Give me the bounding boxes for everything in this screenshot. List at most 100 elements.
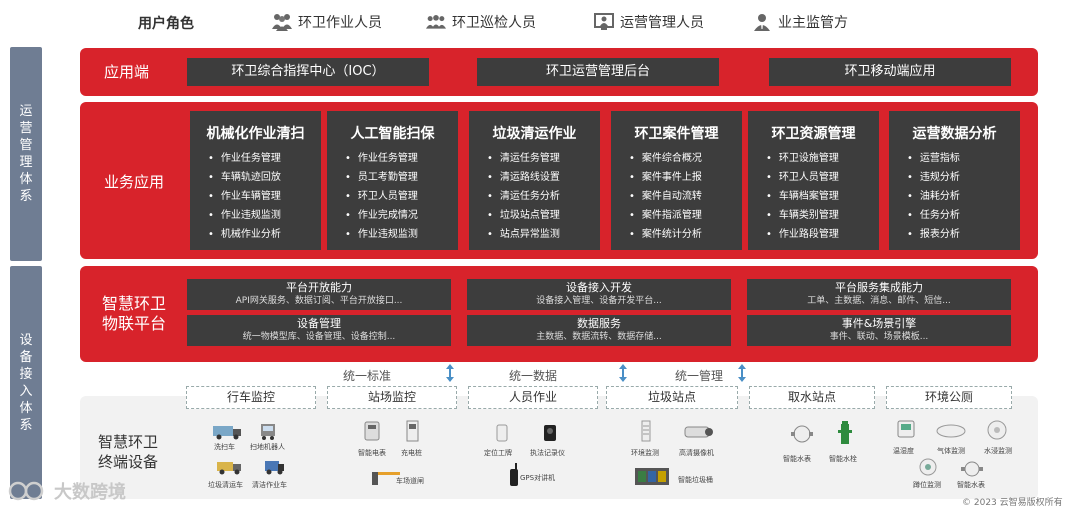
watermark-logo-icon — [8, 481, 44, 501]
device-label: 执法记录仪 — [530, 449, 565, 457]
business-item: 清运任务分析 — [487, 187, 600, 206]
water-leak-sensor-icon — [987, 420, 1007, 440]
device-label: 智能垃圾桶 — [678, 476, 713, 484]
business-item: 环卫人员管理 — [766, 168, 879, 187]
sidebar-operations-system: 运营管理体系 — [10, 47, 42, 261]
env-sensor-icon — [641, 420, 651, 442]
hydrant-icon — [838, 421, 852, 444]
category-vehicle-monitoring: 行车监控 — [186, 386, 316, 409]
business-item: 清运任务管理 — [487, 149, 600, 168]
iot-capability-box: 平台开放能力 API网关服务、数据订阅、平台开放接口... — [187, 279, 451, 310]
iot-capability-desc: 设备接入管理、设备开发平台... — [536, 296, 662, 306]
app-ioc: 环卫综合指挥中心（IOC） — [187, 58, 429, 86]
thermo-hygrometer-icon — [897, 420, 915, 438]
hd-camera-icon — [684, 426, 713, 438]
business-column-title: 垃圾清运作业 — [492, 126, 577, 142]
business-item: 报表分析 — [907, 225, 1020, 244]
iot-capability-desc: 主数据、数据流转、数据存储... — [536, 332, 662, 342]
iot-capability-desc: API网关服务、数据订阅、平台开放接口... — [235, 296, 403, 306]
app-layer: 应用端 环卫综合指挥中心（IOC） 环卫运营管理后台 环卫移动端应用 — [80, 48, 1038, 96]
device-label: 充电桩 — [401, 449, 422, 457]
monitor-user-icon — [594, 13, 614, 30]
business-layer-label: 业务应用 — [104, 173, 165, 191]
sidebar-device-access-system: 设备接入体系 — [10, 266, 42, 499]
business-item: 油耗分析 — [907, 187, 1020, 206]
device-label: 智能水表 — [783, 455, 811, 463]
category-environment-toilet: 环境公厕 — [886, 386, 1012, 409]
app-mobile: 环卫移动端应用 — [769, 58, 1011, 86]
device-label: 蹲位监测 — [913, 481, 941, 489]
business-item: 清运路线设置 — [487, 168, 600, 187]
iot-capability-box: 事件&场景引擎 事件、联动、场景模板... — [747, 315, 1011, 346]
iot-capability-box: 数据服务主数据、数据流转、数据存储... — [467, 315, 731, 346]
device-label: 智能电表 — [358, 449, 386, 457]
iot-capability-box: 设备管理 统一物模型库、设备管理、设备控制... — [187, 315, 451, 346]
role-operations-manager: 运营管理人员 — [594, 12, 704, 32]
business-column-title: 环卫案件管理 — [634, 126, 719, 142]
business-column-title: 人工智能扫保 — [350, 126, 435, 142]
connector-standard: 统一标准 — [343, 369, 392, 383]
role-owner-supervisor: 业主监管方 — [752, 12, 848, 32]
iot-capability-title: 平台开放能力 — [286, 281, 352, 294]
id-badge-icon — [496, 424, 508, 442]
business-item: 环卫人员管理 — [345, 187, 458, 206]
device-label: 定位工牌 — [484, 449, 512, 457]
device-label: 气体监测 — [937, 447, 965, 455]
watermark-logo: 大数跨境 — [8, 478, 126, 504]
device-label: 扫地机器人 — [250, 443, 285, 451]
iot-capability-box: 设备接入开发 设备接入管理、设备开发平台... — [467, 279, 731, 310]
business-item: 站点异常监测 — [487, 225, 600, 244]
business-item: 案件自动流转 — [629, 187, 742, 206]
terminal-label: 智慧环卫 终端设备 — [98, 433, 159, 471]
iot-capability-desc: 工单、主数据、消息、邮件、短信... — [807, 296, 951, 306]
role-inspector: 环卫巡检人员 — [426, 12, 536, 32]
business-item: 作业违规监测 — [345, 225, 458, 244]
business-item: 违规分析 — [907, 168, 1020, 187]
business-column: 环卫资源管理环卫设施管理环卫人员管理车辆档案管理车辆类别管理作业路段管理 — [748, 111, 879, 250]
business-column-title: 环卫资源管理 — [771, 126, 856, 142]
business-item: 车辆轨迹回放 — [208, 168, 321, 187]
category-personnel-work: 人员作业 — [468, 386, 598, 409]
robot-sweeper-icon — [261, 424, 275, 440]
smart-meter-icon — [364, 421, 380, 441]
garbage-truck-icon — [217, 462, 241, 475]
business-column: 运营数据分析运营指标违规分析油耗分析任务分析报表分析 — [889, 111, 1020, 250]
business-column: 人工智能扫保作业任务管理员工考勤管理环卫人员管理作业完成情况作业违规监测 — [327, 111, 458, 250]
iot-label: 智慧环卫 物联平台 — [102, 294, 167, 333]
category-station-monitoring: 站场监控 — [327, 386, 457, 409]
device-label: 环境监测 — [631, 449, 659, 457]
business-item: 案件综合概况 — [629, 149, 742, 168]
business-item: 作业车辆管理 — [208, 187, 321, 206]
cleaning-vehicle-icon — [265, 461, 284, 475]
business-item: 作业完成情况 — [345, 206, 458, 225]
water-meter-icon — [791, 425, 813, 443]
device-label: 智能水栓 — [829, 455, 857, 463]
device-label: 清洁作业车 — [252, 481, 287, 489]
device-label: 洗扫车 — [214, 443, 235, 451]
iot-capability-title: 数据服务 — [577, 317, 621, 330]
business-column: 环卫案件管理案件综合概况案件事件上报案件自动流转案件指派管理案件统计分析 — [611, 111, 742, 250]
user-role-title: 用户角色 — [138, 16, 194, 32]
device-label: 高清摄像机 — [679, 449, 714, 457]
app-operations-backend: 环卫运营管理后台 — [477, 58, 719, 86]
device-label: 温湿度 — [893, 447, 914, 455]
business-item: 作业任务管理 — [345, 149, 458, 168]
people-icon — [272, 14, 292, 31]
iot-capability-title: 设备管理 — [297, 317, 341, 330]
iot-capability-desc: 事件、联动、场景模板... — [829, 332, 929, 342]
device-label: 垃圾清运车 — [208, 481, 243, 489]
business-item: 机械作业分析 — [208, 225, 321, 244]
business-item: 案件指派管理 — [629, 206, 742, 225]
business-item: 作业违规监测 — [208, 206, 321, 225]
connector-management: 统一管理 — [675, 369, 724, 383]
device-label: GPS对讲机 — [520, 474, 556, 482]
device-label: 智能水表 — [957, 481, 985, 489]
gas-sensor-icon — [936, 424, 966, 438]
business-item: 环卫设施管理 — [766, 149, 879, 168]
business-column: 机械化作业清扫作业任务管理车辆轨迹回放作业车辆管理作业违规监测机械作业分析 — [190, 111, 321, 250]
sweeper-truck-icon — [213, 426, 241, 440]
role-sanitation-worker: 环卫作业人员 — [272, 12, 382, 32]
business-item: 案件统计分析 — [629, 225, 742, 244]
body-camera-icon — [544, 425, 556, 441]
connector-data: 统一数据 — [509, 369, 558, 383]
